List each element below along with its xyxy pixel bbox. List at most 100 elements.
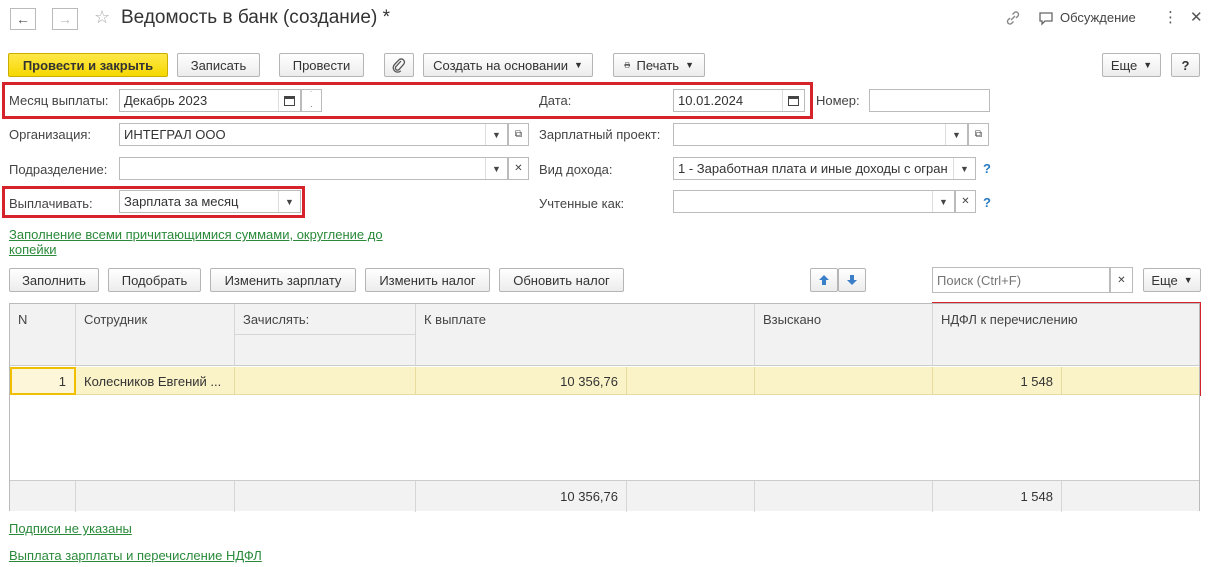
cell-n[interactable]: 1 [10, 367, 76, 395]
column-n[interactable]: N [10, 304, 76, 365]
cell-to-pay[interactable]: 10 356,76 [416, 367, 627, 395]
month-spinner[interactable]: ˙ . [301, 89, 322, 112]
salary-project-open-button[interactable]: ⧉ [968, 123, 989, 146]
update-tax-button[interactable]: Обновить налог [499, 268, 624, 292]
salary-project-field[interactable]: ▼ [673, 123, 968, 146]
post-and-close-button[interactable]: Провести и закрыть [8, 53, 168, 77]
spinner-up-icon[interactable]: ˙ [302, 90, 321, 100]
chevron-down-icon: ▼ [1183, 275, 1193, 285]
clear-icon: ✕ [961, 196, 970, 207]
arrow-right-icon: → [58, 11, 72, 27]
discussion-link[interactable]: Обсуждение [1060, 10, 1136, 25]
accounted-as-clear-button[interactable]: ✕ [955, 190, 976, 213]
more-button[interactable]: Еще ▼ [1102, 53, 1161, 77]
create-based-on-button[interactable]: Создать на основании ▼ [423, 53, 593, 77]
table-more-label: Еще [1151, 272, 1178, 288]
table-row[interactable]: 1 Колесников Евгений ... 10 356,76 1 548 [10, 367, 1199, 395]
pay-month-field[interactable]: Декабрь 2023 [119, 89, 301, 112]
chevron-down-icon: ▼ [492, 129, 501, 140]
column-ndfl[interactable]: НДФЛ к перечислению [933, 304, 1199, 365]
arrow-down-icon [847, 275, 857, 285]
pay-type-field[interactable]: Зарплата за месяц ▼ [119, 190, 301, 213]
organization-value: ИНТЕГРАЛ ООО [124, 127, 226, 142]
back-button[interactable]: ← [10, 8, 36, 30]
accounted-as-field[interactable]: ▼ [673, 190, 955, 213]
cell-to-pay-extra [627, 367, 755, 395]
more-menu-icon[interactable]: ⋮ [1163, 8, 1178, 26]
number-field[interactable] [869, 89, 990, 112]
column-withheld[interactable]: Взыскано [755, 304, 933, 365]
salary-project-label: Зарплатный проект: [539, 127, 661, 142]
discussion-icon [1038, 10, 1054, 26]
move-down-button[interactable] [838, 268, 866, 292]
payment-ndfl-link[interactable]: Выплата зарплаты и перечисление НДФЛ [9, 548, 262, 563]
spinner-down-icon[interactable]: . [302, 100, 321, 110]
department-clear-button[interactable]: ✕ [508, 157, 529, 180]
cell-credit[interactable] [235, 367, 416, 395]
search-clear-button[interactable]: ✕ [1110, 267, 1133, 293]
page-title: Ведомость в банк (создание) * [121, 7, 390, 28]
forward-button[interactable]: → [52, 8, 78, 30]
table-footer: 10 356,76 1 548 [10, 480, 1199, 512]
star-icon[interactable]: ☆ [94, 7, 110, 28]
fill-button[interactable]: Заполнить [9, 268, 99, 292]
calendar-button[interactable] [278, 90, 300, 111]
chevron-down-icon: ▼ [573, 60, 583, 70]
signatures-link[interactable]: Подписи не указаны [9, 521, 132, 536]
organization-field[interactable]: ИНТЕГРАЛ ООО ▼ [119, 123, 508, 146]
salary-project-dropdown[interactable]: ▼ [945, 124, 967, 145]
pay-type-dropdown[interactable]: ▼ [278, 191, 300, 212]
organization-label: Организация: [9, 127, 92, 142]
footer-employee [76, 481, 235, 512]
footer-to-pay-extra [627, 481, 755, 512]
attach-button[interactable] [384, 53, 414, 77]
cell-ndfl[interactable]: 1 548 [933, 367, 1062, 395]
cell-withheld[interactable] [755, 367, 933, 395]
more-label: Еще [1110, 57, 1138, 73]
column-employee[interactable]: Сотрудник [76, 304, 235, 365]
organization-open-button[interactable]: ⧉ [508, 123, 529, 146]
footer-n [10, 481, 76, 512]
change-tax-button[interactable]: Изменить налог [365, 268, 490, 292]
income-type-help-icon[interactable]: ? [983, 161, 991, 176]
close-icon[interactable]: ✕ [1190, 8, 1203, 26]
column-credit[interactable]: Зачислять: [235, 304, 416, 335]
arrow-up-icon [819, 275, 829, 285]
accounted-as-label: Учтенные как: [539, 196, 625, 211]
change-salary-button[interactable]: Изменить зарплату [210, 268, 356, 292]
pay-month-value: Декабрь 2023 [124, 93, 208, 108]
column-to-pay[interactable]: К выплате [416, 304, 755, 365]
open-icon: ⧉ [974, 129, 983, 140]
search-input[interactable] [932, 267, 1110, 293]
date-value: 10.01.2024 [678, 93, 744, 108]
table-more-button[interactable]: Еще ▼ [1143, 268, 1201, 292]
print-label: Печать [636, 57, 680, 73]
footer-withheld [755, 481, 933, 512]
department-dropdown[interactable]: ▼ [485, 158, 507, 179]
department-field[interactable]: ▼ [119, 157, 508, 180]
employees-table[interactable]: N Сотрудник Зачислять: К выплате Взыскан… [9, 303, 1200, 512]
calendar-icon [284, 96, 295, 106]
move-up-button[interactable] [810, 268, 838, 292]
organization-dropdown[interactable]: ▼ [485, 124, 507, 145]
accounted-as-dropdown[interactable]: ▼ [932, 191, 954, 212]
fill-rounding-link-line1: Заполнение всеми причитающимися суммами,… [9, 227, 383, 242]
printer-icon [624, 62, 631, 68]
print-button[interactable]: Печать ▼ [613, 53, 705, 77]
help-button[interactable]: ? [1171, 53, 1200, 77]
link-icon[interactable] [1004, 9, 1022, 27]
date-field[interactable]: 10.01.2024 [673, 89, 805, 112]
income-type-dropdown[interactable]: ▼ [953, 158, 975, 179]
date-calendar-button[interactable] [782, 90, 804, 111]
post-button[interactable]: Провести [279, 53, 364, 77]
clear-icon: ✕ [1117, 274, 1126, 286]
footer-to-pay-total: 10 356,76 [416, 481, 627, 512]
cell-employee[interactable]: Колесников Евгений ... [76, 367, 235, 395]
accounted-as-help-icon[interactable]: ? [983, 195, 991, 210]
open-icon: ⧉ [514, 129, 523, 140]
select-button[interactable]: Подобрать [108, 268, 201, 292]
fill-rounding-link[interactable]: Заполнение всеми причитающимися суммами,… [9, 227, 383, 257]
income-type-field[interactable]: 1 - Заработная плата и иные доходы с огр… [673, 157, 976, 180]
save-button[interactable]: Записать [177, 53, 260, 77]
income-type-value: 1 - Заработная плата и иные доходы с огр… [678, 161, 948, 176]
